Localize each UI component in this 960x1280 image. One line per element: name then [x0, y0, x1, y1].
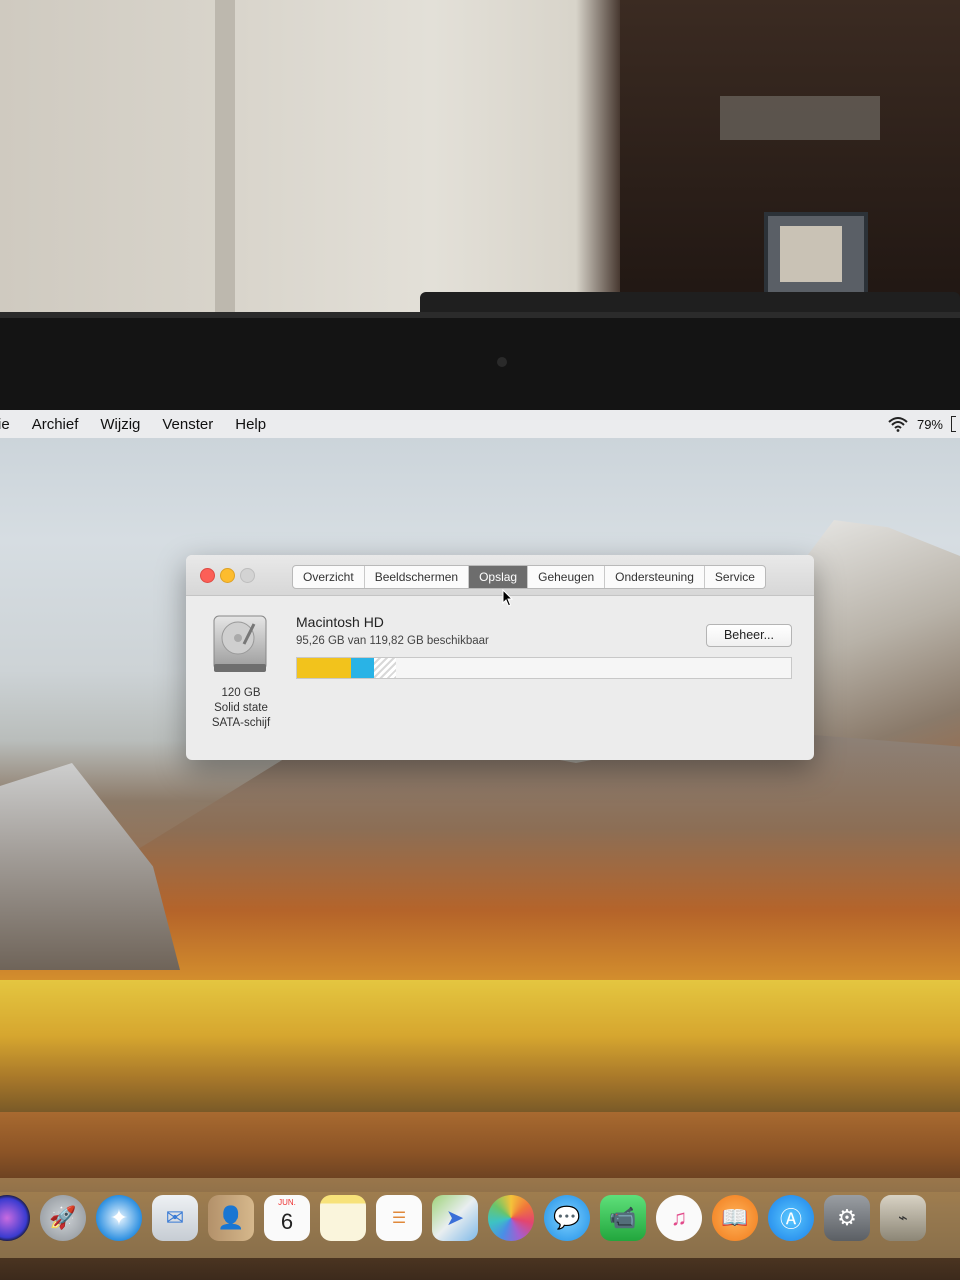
- battery-percentage[interactable]: 79%: [917, 417, 943, 432]
- messages-icon[interactable]: 💬: [544, 1195, 590, 1241]
- door-frame: [215, 0, 235, 320]
- room-background: [0, 0, 960, 320]
- wifi-icon[interactable]: [887, 416, 909, 432]
- itunes-icon[interactable]: ♫: [656, 1195, 702, 1241]
- battery-icon[interactable]: [951, 416, 956, 432]
- menu-archief[interactable]: Archief: [22, 416, 91, 433]
- calendar-icon[interactable]: JUN. 6: [264, 1195, 310, 1241]
- ibooks-icon[interactable]: 📖: [712, 1195, 758, 1241]
- notes-icon[interactable]: [320, 1195, 366, 1241]
- wallpaper-trees: [0, 980, 960, 1120]
- menu-help[interactable]: Help: [225, 416, 278, 433]
- launchpad-icon[interactable]: 🚀: [40, 1195, 86, 1241]
- storage-segment-apps[interactable]: [297, 658, 352, 678]
- app-store-icon[interactable]: Ⓐ: [768, 1195, 814, 1241]
- disk-type: Solid state: [214, 702, 268, 714]
- laptop-bezel: [0, 312, 960, 418]
- maps-icon[interactable]: ➤: [432, 1195, 478, 1241]
- tab-bar: Overzicht Beeldschermen Opslag Geheugen …: [292, 565, 766, 589]
- tab-service[interactable]: Service: [705, 566, 765, 588]
- storage-segment-other[interactable]: [351, 658, 374, 678]
- dock: 🚀 ✦ ✉ 👤 JUN. 6 ☰ ➤ 💬 📹 ♫ 📖 Ⓐ ⚙ ⌁: [0, 1178, 960, 1258]
- photos-icon[interactable]: [488, 1195, 534, 1241]
- disk-interface: SATA-schijf: [211, 717, 271, 729]
- mail-icon[interactable]: ✉: [152, 1195, 198, 1241]
- storage-segment-free[interactable]: [395, 658, 791, 678]
- contacts-icon[interactable]: 👤: [208, 1195, 254, 1241]
- tab-beeldschermen[interactable]: Beeldschermen: [365, 566, 470, 588]
- menu-wijzig[interactable]: Wijzig: [90, 416, 152, 433]
- menu-venster[interactable]: Venster: [152, 416, 225, 433]
- tab-opslag[interactable]: Opslag: [469, 566, 529, 588]
- storage-usage-bar[interactable]: [296, 657, 792, 679]
- status-area: 79%: [887, 416, 960, 432]
- shelf: [720, 96, 880, 140]
- volume-available: 95,26 GB van 119,82 GB beschikbaar: [296, 635, 489, 647]
- calendar-day: 6: [280, 1209, 294, 1234]
- utility-icon[interactable]: ⌁: [880, 1195, 926, 1241]
- disk-info: 120 GB Solid state SATA-schijf: [196, 686, 286, 731]
- tab-geheugen[interactable]: Geheugen: [528, 566, 606, 588]
- reminders-icon[interactable]: ☰: [376, 1195, 422, 1241]
- manage-button[interactable]: Beheer...: [706, 624, 792, 647]
- menu-bar: ie Archief Wijzig Venster Help 79%: [0, 410, 960, 438]
- disk-capacity: 120 GB: [221, 687, 261, 699]
- volume-name: Macintosh HD: [296, 614, 384, 630]
- calendar-month: JUN.: [278, 1198, 296, 1207]
- storage-panel: 120 GB Solid state SATA-schijf Macintosh…: [186, 596, 814, 760]
- minimize-button[interactable]: [220, 568, 235, 583]
- picture: [780, 226, 842, 282]
- system-preferences-icon[interactable]: ⚙: [824, 1195, 870, 1241]
- screen: ie Archief Wijzig Venster Help 79% Overz…: [0, 410, 960, 1280]
- safari-icon[interactable]: ✦: [96, 1195, 142, 1241]
- hard-drive-icon: [213, 615, 267, 672]
- window-titlebar[interactable]: Overzicht Beeldschermen Opslag Geheugen …: [186, 555, 814, 607]
- storage-segment-purgeable[interactable]: [373, 658, 396, 678]
- tab-ondersteuning[interactable]: Ondersteuning: [605, 566, 705, 588]
- siri-icon[interactable]: [0, 1195, 30, 1241]
- tab-overzicht[interactable]: Overzicht: [293, 566, 365, 588]
- facetime-icon[interactable]: 📹: [600, 1195, 646, 1241]
- menu-app[interactable]: ie: [0, 416, 22, 433]
- close-button[interactable]: [200, 568, 215, 583]
- camera: [497, 357, 507, 367]
- zoom-button: [240, 568, 255, 583]
- about-this-mac-window: Overzicht Beeldschermen Opslag Geheugen …: [186, 555, 814, 760]
